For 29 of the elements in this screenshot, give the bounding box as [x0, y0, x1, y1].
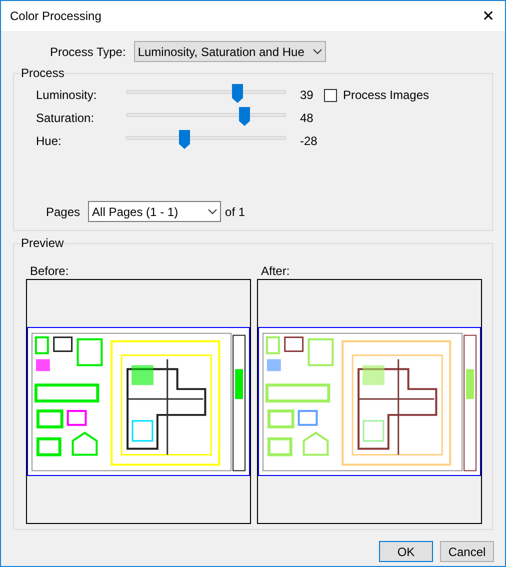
slider-thumb[interactable] — [178, 130, 190, 148]
pages-dropdown[interactable]: All Pages (1 - 1) — [88, 201, 222, 222]
slider-value: -28 — [300, 133, 318, 150]
dialog-button[interactable]: OK — [379, 541, 433, 562]
dialog-button[interactable]: Cancel — [440, 541, 494, 562]
slider-label: Luminosity: — [35, 87, 98, 104]
slider-value: 48 — [300, 110, 314, 127]
slider-label: Saturation: — [35, 110, 96, 127]
preview-label: After: — [261, 264, 291, 279]
page-count: of 1 — [225, 204, 246, 220]
slider-value: 39 — [300, 87, 314, 104]
slider[interactable] — [126, 84, 286, 102]
process-type-dropdown[interactable]: Luminosity, Saturation and Hue — [134, 41, 326, 62]
checkbox[interactable] — [324, 88, 337, 102]
window-title: Color Processing — [10, 8, 102, 25]
slider[interactable] — [126, 130, 286, 148]
slider-thumb[interactable] — [239, 106, 250, 126]
chevron-down-icon — [208, 208, 218, 214]
chevron-down-icon — [312, 48, 322, 54]
checkbox-label: Process Images — [343, 87, 430, 104]
group-title: Preview — [21, 236, 64, 250]
field-label: Pages — [46, 204, 80, 220]
slider-thumb[interactable] — [232, 84, 244, 102]
close-button[interactable]: ✕ — [482, 8, 495, 24]
preview-label: Before: — [30, 264, 70, 279]
slider[interactable] — [126, 106, 286, 126]
field-label: Process Type: — [50, 44, 126, 60]
group-title: Process — [21, 66, 64, 80]
slider-label: Hue: — [35, 133, 62, 150]
